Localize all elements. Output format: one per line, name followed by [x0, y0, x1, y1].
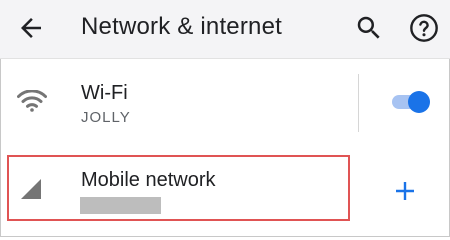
mobile-network-label: Mobile network	[81, 169, 216, 191]
wifi-label: Wi-Fi	[81, 82, 128, 104]
page-title: Network & internet	[81, 13, 283, 40]
arrow-back-icon[interactable]	[16, 13, 46, 43]
search-icon[interactable]	[354, 13, 384, 43]
toggle-thumb	[408, 91, 430, 113]
signal-icon	[21, 179, 41, 199]
wifi-toggle[interactable]	[390, 90, 430, 114]
wifi-network-name: JOLLY	[81, 109, 131, 126]
redacted-carrier-name	[80, 197, 161, 214]
wifi-icon	[17, 90, 47, 112]
row-divider	[358, 74, 359, 132]
mobile-network-row[interactable]: Mobile network	[0, 152, 450, 232]
help-icon[interactable]	[408, 12, 440, 44]
add-icon[interactable]	[393, 179, 417, 203]
app-bar: Network & internet	[0, 0, 450, 59]
wifi-setting-row[interactable]: Wi-Fi JOLLY	[0, 62, 450, 144]
